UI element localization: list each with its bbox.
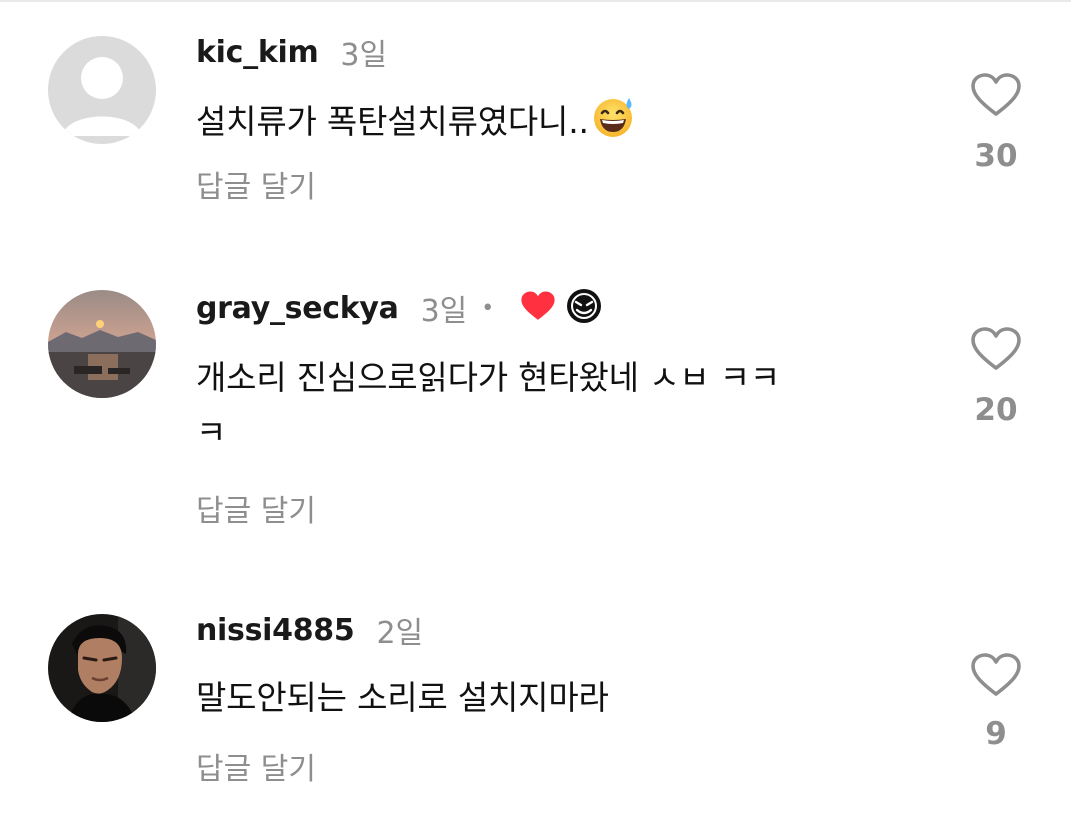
like-button[interactable] <box>970 652 1022 698</box>
comment-text: 개소리 진심으로읽다가 현타왔네 ㅅㅂ ㅋㅋ ㅋ <box>196 350 896 460</box>
separator-dot: • <box>481 295 495 321</box>
avatar[interactable] <box>48 614 156 722</box>
creator-avatar-badge-icon <box>566 288 602 328</box>
reply-button[interactable]: 답글 달기 <box>196 486 316 530</box>
comment-body: 설치류가 폭탄설치류였다니.. <box>196 102 589 141</box>
comment-username[interactable]: nissi4885 <box>196 613 355 648</box>
avatar[interactable] <box>48 36 156 144</box>
comment-text: 설치류가 폭탄설치류였다니.. <box>196 94 896 156</box>
top-divider <box>0 0 1071 2</box>
comment-username[interactable]: kic_kim <box>196 35 319 70</box>
like-button[interactable] <box>970 326 1022 372</box>
comment-username[interactable]: gray_seckya <box>196 291 399 326</box>
comment-time: 3일 <box>420 294 468 329</box>
comment-time: 3일 <box>340 38 388 73</box>
comment-time: 2일 <box>376 616 424 651</box>
heart-outline-icon <box>971 73 1021 116</box>
avatar[interactable] <box>48 290 156 398</box>
comment-text: 말도안되는 소리로 설치지마라 <box>196 670 896 725</box>
like-count: 9 <box>985 716 1007 752</box>
sunset-photo-avatar <box>48 290 156 398</box>
like-count: 20 <box>974 392 1018 428</box>
comment-body: 말도안되는 소리로 설치지마라 <box>196 678 609 717</box>
portrait-photo-avatar <box>48 614 156 722</box>
default-avatar-icon <box>48 36 156 144</box>
like-button[interactable] <box>970 72 1022 118</box>
comment-body-line2: ㅋ <box>196 413 227 452</box>
comment-body-line1: 개소리 진심으로읽다가 현타왔네 ㅅㅂ ㅋㅋ <box>196 358 781 397</box>
heart-outline-icon <box>971 653 1021 696</box>
reply-button[interactable]: 답글 달기 <box>196 744 316 788</box>
creator-liked-heart-icon <box>520 290 556 326</box>
grinning-sweat-emoji <box>591 94 637 156</box>
reply-button[interactable]: 답글 달기 <box>196 162 316 206</box>
like-count: 30 <box>974 138 1018 174</box>
heart-outline-icon <box>971 327 1021 370</box>
